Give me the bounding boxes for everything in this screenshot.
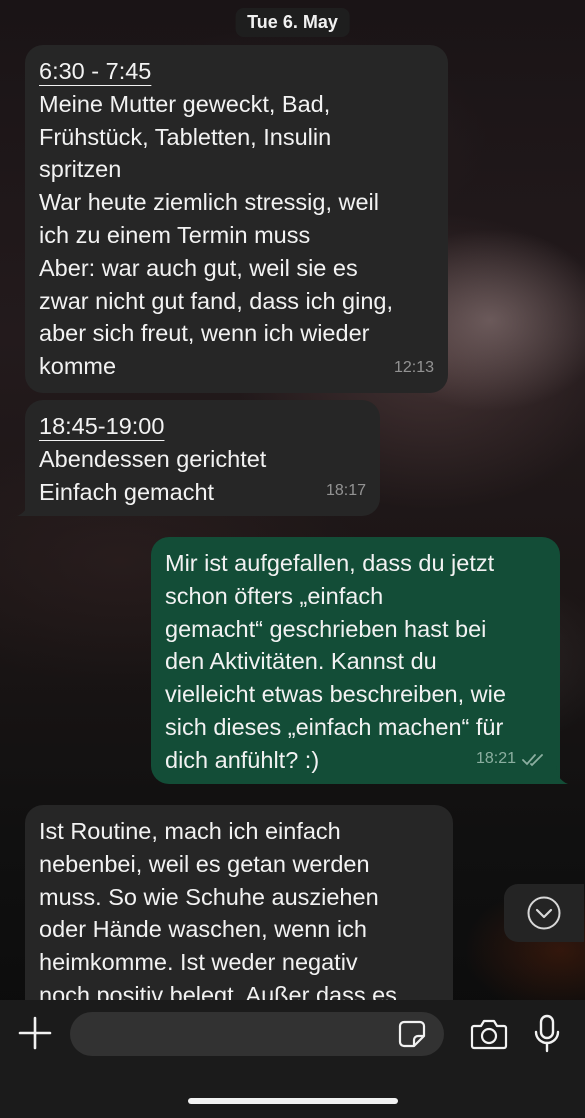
double-check-icon — [522, 753, 543, 766]
date-header: Tue 6. May — [235, 8, 350, 37]
message-line: Aber: war auch gut, weil sie es — [39, 254, 358, 281]
bubble-tail-icon — [17, 498, 37, 516]
message-meta: 12:13 — [394, 352, 434, 385]
message-line: oder Hände waschen, wenn ich — [39, 916, 367, 943]
message-line: vielleicht etwas beschreiben, wie — [165, 681, 506, 708]
message-title: 6:30 - 7:45 — [39, 58, 152, 84]
message-line: muss. So wie Schuhe ausziehen — [39, 883, 379, 910]
message-line: Mir ist aufgefallen, dass du jetzt — [165, 550, 495, 576]
message-bubble-outgoing[interactable]: Mir ist aufgefallen, dass du jetzt schon… — [151, 537, 568, 784]
chevron-down-circle-icon — [527, 896, 561, 930]
sticker-icon[interactable] — [398, 1020, 426, 1048]
message-line: den Aktivitäten. Kannst du — [165, 648, 437, 675]
message-time: 18:21 — [475, 750, 516, 768]
plus-icon[interactable] — [18, 1016, 52, 1050]
message-line: Ist Routine, mach ich einfach — [39, 818, 341, 844]
message-line: komme — [39, 353, 117, 380]
message-line: gemacht“ geschrieben hast bei — [165, 615, 487, 642]
message-line: ich zu einem Termin muss — [39, 221, 311, 248]
message-line: sich dieses „einfach machen“ für — [165, 713, 504, 740]
message-line: zwar nicht gut fand, dass ich ging, — [39, 287, 394, 314]
message-meta: 18:17 — [326, 475, 366, 508]
message-time: 18:17 — [325, 482, 366, 500]
message-line: War heute ziemlich stressig, weil — [39, 189, 379, 216]
message-input[interactable] — [70, 1012, 444, 1056]
composer-bar — [0, 1000, 585, 1118]
message-line: schon öfters „einfach — [165, 582, 384, 609]
microphone-icon[interactable] — [533, 1014, 561, 1054]
camera-icon[interactable] — [470, 1017, 508, 1051]
message-line: heimkomme. Ist weder negativ — [39, 949, 358, 976]
scroll-to-bottom-button[interactable] — [504, 884, 584, 942]
message-meta: 18:21 — [476, 743, 546, 776]
message-line: Frühstück, Tabletten, Insulin — [39, 123, 332, 150]
message-line: spritzen — [39, 156, 122, 183]
message-line: Abendessen gerichtet — [39, 445, 267, 472]
message-bubble-incoming[interactable]: 18:45-19:00 Abendessen gerichtet Einfach… — [17, 400, 380, 516]
message-title: 18:45-19:00 — [39, 413, 165, 439]
message-line: Einfach gemacht — [39, 478, 215, 505]
message-line: aber sich freut, wenn ich wieder — [39, 320, 370, 347]
message-line: Meine Mutter geweckt, Bad, — [39, 90, 331, 117]
message-line: nebenbei, weil es getan werden — [39, 850, 370, 877]
message-bubble-incoming[interactable]: 6:30 - 7:45 Meine Mutter geweckt, Bad, F… — [25, 45, 448, 393]
message-time: 12:13 — [393, 359, 434, 377]
bubble-tail-icon — [548, 766, 568, 784]
home-indicator — [188, 1098, 398, 1104]
